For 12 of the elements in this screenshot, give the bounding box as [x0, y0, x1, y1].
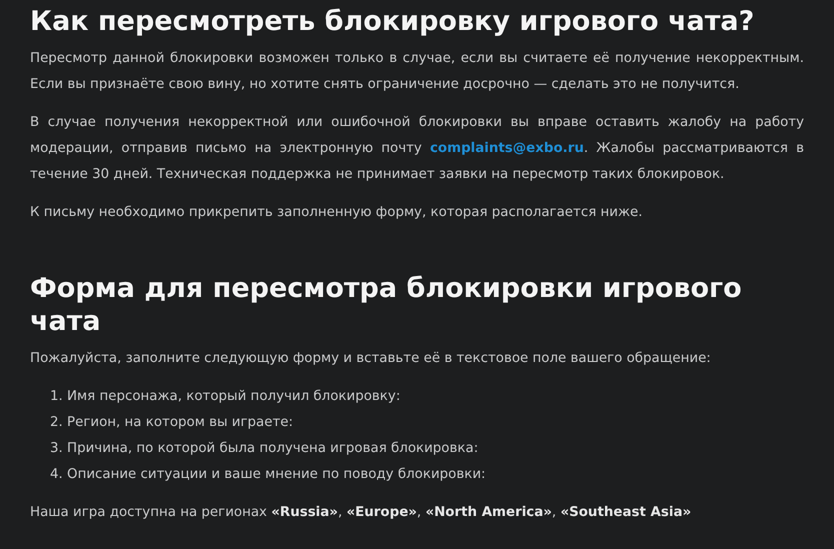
- paragraph: Пересмотр данной блокировки возможен только в случае, если вы считаете её получение некорректным. Если вы признаёте свою вину, но хотите снять ограничение досрочно — сделать это не получится.: [30, 50, 804, 94]
- list-item: 1. Имя персонажа, который получил блокировку:: [50, 388, 402, 406]
- list-item: 3. Причина, по которой была получена игровая блокировка:: [50, 440, 480, 458]
- list-item: 4. Описание ситуации и ваше мнение по поводу блокировки:: [50, 466, 487, 484]
- section-heading: Форма для пересмотра блокировки игрового чата: [30, 273, 743, 338]
- paragraph: Наша игра доступна на регионах «Russia», «Europe», «North America», «Southeast Asia»: [30, 504, 692, 522]
- paragraph: В случае получения некорректной или ошибочной блокировки вы вправе оставить жалобу на работу модерации, отправив письмо на электронную почту complaints@exbo.ru. Жалобы рассматриваются в течение 30 дней. Техническая поддержка не принимает заявки на пересмотр таких блокировок.: [30, 114, 804, 184]
- list-item: 2. Регион, на котором вы играете:: [50, 414, 294, 432]
- paragraph: К письму необходимо прикрепить заполненную форму, которая располагается ниже.: [30, 204, 644, 222]
- paragraph: Пожалуйста, заполните следующую форму и вставьте её в текстовое поле вашего обращение:: [30, 350, 712, 368]
- section-heading: Как пересмотреть блокировку игрового чата?: [30, 6, 756, 38]
- email-link[interactable]: complaints@exbo.ru: [430, 141, 584, 156]
